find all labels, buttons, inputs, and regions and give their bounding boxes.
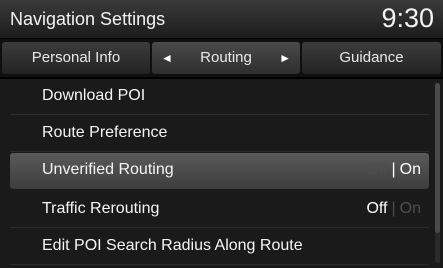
menu-item-label: Download POI	[42, 87, 146, 104]
menu-item-label: Edit POI Search Radius Along Route	[42, 237, 303, 254]
toggle-separator: |	[391, 161, 396, 178]
unverified-routing-toggle[interactable]: Off | On	[366, 161, 421, 179]
tab-guidance[interactable]: Guidance	[302, 42, 441, 74]
menu-item-download-poi[interactable]: Download POI	[10, 79, 429, 115]
arrow-left-icon[interactable]: ◄	[161, 42, 173, 74]
toggle-on-option: On	[399, 161, 421, 178]
menu-item-label: Route Preference	[42, 124, 168, 141]
toggle-off-option: Off	[366, 200, 388, 217]
header-bar: Navigation Settings 9:30	[0, 0, 443, 39]
tab-personal-info-label: Personal Info	[31, 49, 121, 66]
toggle-separator: |	[391, 200, 396, 217]
menu-item-unverified-routing[interactable]: Unverified Routing Off | On	[10, 153, 429, 189]
toggle-on-option: On	[399, 200, 421, 217]
traffic-rerouting-toggle[interactable]: Off | On	[366, 200, 421, 218]
arrow-right-icon[interactable]: ►	[279, 42, 291, 74]
menu-item-edit-poi-search-radius[interactable]: Edit POI Search Radius Along Route	[10, 229, 429, 265]
tab-personal-info[interactable]: Personal Info	[2, 42, 150, 74]
tab-routing[interactable]: ◄ Routing ►	[152, 42, 300, 74]
menu-item-label: Traffic Rerouting	[42, 200, 160, 217]
scrollbar-thumb[interactable]	[435, 83, 440, 233]
menu-item-label: Unverified Routing	[42, 161, 174, 178]
tab-routing-label: Routing	[200, 49, 252, 66]
clock: 9:30	[381, 3, 434, 33]
navigation-settings-screen: Navigation Settings 9:30 Personal Info ◄…	[0, 0, 443, 268]
tab-guidance-label: Guidance	[339, 49, 404, 66]
tab-bar: Personal Info ◄ Routing ► Guidance	[0, 39, 443, 79]
settings-list: Download POI Route Preference Unverified…	[0, 79, 443, 268]
menu-item-route-preference[interactable]: Route Preference	[10, 116, 429, 152]
page-title: Navigation Settings	[10, 9, 166, 29]
menu-item-traffic-rerouting[interactable]: Traffic Rerouting Off | On	[10, 192, 429, 228]
toggle-off-option: Off	[366, 161, 388, 178]
scrollbar[interactable]	[435, 83, 440, 263]
